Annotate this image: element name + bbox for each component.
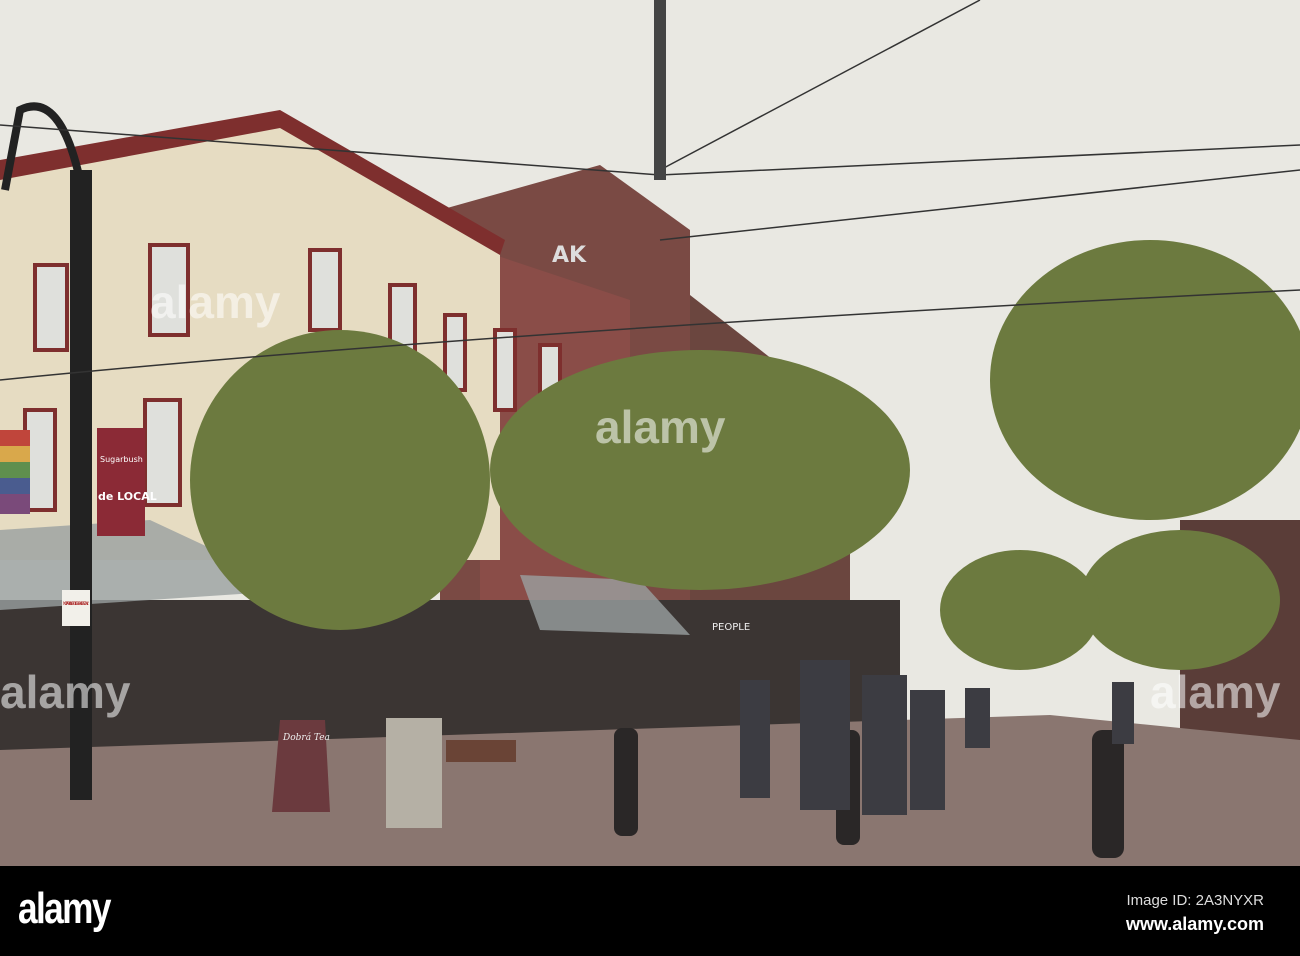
pedestrian [1112, 682, 1134, 744]
storefront-sign: PEOPLE [712, 622, 750, 633]
watermark: alamy [1150, 666, 1281, 718]
rainbow-flag [0, 430, 30, 514]
pedestrian [740, 680, 770, 798]
watermark: alamy [595, 401, 726, 453]
website-link[interactable]: www.alamy.com [1126, 914, 1264, 935]
banner-text-main: de LOCAL [98, 490, 157, 503]
utility-pole [654, 0, 666, 180]
pedestrian [965, 688, 990, 748]
tree [190, 330, 490, 630]
stone-block [386, 718, 442, 828]
tree [1080, 530, 1280, 670]
alamy-logo: alamy [18, 884, 111, 933]
banner-text-top: Sugarbush [100, 455, 143, 464]
building-letters: AK [552, 243, 587, 268]
bollard [614, 728, 638, 836]
bollard [1092, 730, 1124, 858]
footer-bar: alamy Image ID: 2A3NYXR www.alamy.com [0, 866, 1300, 956]
tree [940, 550, 1100, 670]
watermark: alamy [0, 666, 131, 718]
window [493, 328, 517, 412]
tree [490, 350, 910, 590]
sandwich-board-text: Dobrá Tea [282, 732, 330, 743]
pedestrian [800, 660, 850, 810]
no-parking-sign [62, 590, 90, 626]
tree [990, 240, 1300, 520]
local-banner [97, 428, 145, 536]
bench [446, 740, 516, 762]
watermark: alamy [150, 276, 281, 328]
no-parking-sign-text: NO PARKING POLICE VEHICLES ONLY [63, 601, 90, 606]
image-id: Image ID: 2A3NYXR [1126, 892, 1264, 909]
window [33, 263, 69, 352]
pedestrian [862, 675, 907, 815]
pedestrian [910, 690, 945, 810]
window [308, 248, 342, 332]
